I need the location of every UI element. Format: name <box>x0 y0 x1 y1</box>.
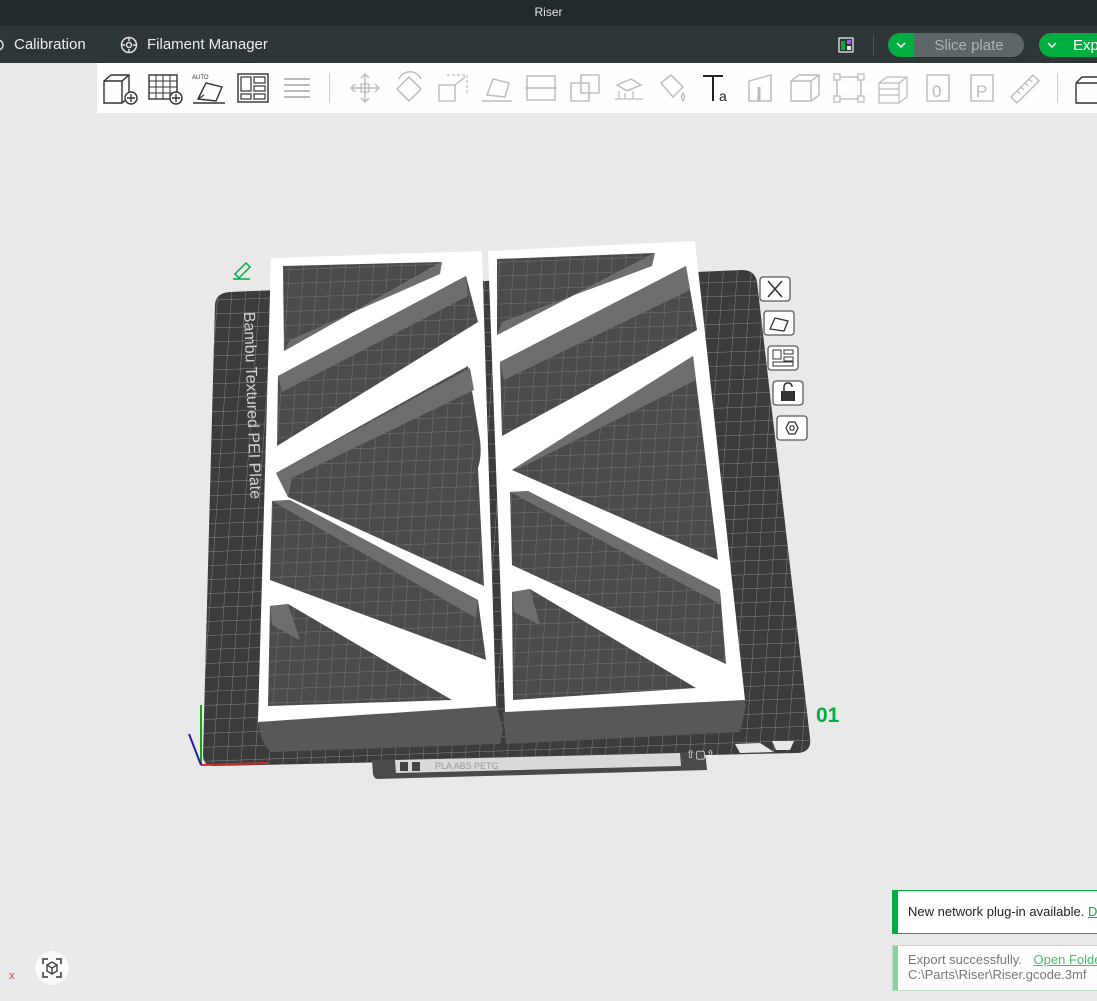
svg-text:P: P <box>976 82 987 101</box>
box-icon <box>790 74 820 102</box>
calibration-label: Calibration <box>14 36 86 53</box>
chevron-down-icon <box>1047 42 1057 48</box>
export-status-text: Export successfully. <box>908 952 1022 967</box>
menu-separator <box>873 34 874 56</box>
add-cube-icon <box>103 74 138 105</box>
ruler-tool[interactable] <box>1006 70 1044 106</box>
slice-dropdown-button[interactable] <box>888 33 914 57</box>
add-plate-grid-icon <box>148 74 183 105</box>
rotate-tool[interactable] <box>390 70 428 106</box>
export-notification[interactable]: Export successfully. Open Folde C:\Parts… <box>892 945 1097 991</box>
plate-zero-tool[interactable]: 0 <box>918 70 956 106</box>
auto-text: AUTO <box>192 75 209 81</box>
filament-manager-menu[interactable]: Filament Manager <box>119 26 268 63</box>
network-plugin-notification[interactable]: New network plug-in available. D <box>892 890 1097 934</box>
ruler-icon <box>1010 74 1040 104</box>
plate-lock-button[interactable] <box>771 379 805 407</box>
3d-viewport[interactable]: PLA ABS PETG ⇧▢⇧ Bambu Textured PEI Plat… <box>0 113 1097 1001</box>
rotate-icon <box>396 71 422 102</box>
auto-orient-button[interactable]: AUTO <box>190 70 228 106</box>
assembly-tool[interactable] <box>786 70 824 106</box>
filament-label: PLA ABS PETG <box>435 761 499 771</box>
measure-icon <box>833 73 865 103</box>
slice-plate-group: Slice plate <box>888 33 1024 57</box>
scale-icon <box>438 74 468 102</box>
svg-text:a: a <box>719 88 727 104</box>
plate-settings-button[interactable] <box>775 414 809 442</box>
toolbar-separator <box>1057 73 1058 103</box>
color-painting-tool[interactable] <box>654 70 692 106</box>
boolean-icon <box>570 74 600 102</box>
support-paint-icon <box>615 78 643 100</box>
plate-icon-a <box>400 762 408 771</box>
svg-text:0: 0 <box>932 82 941 101</box>
settings-hex-icon <box>776 415 808 441</box>
arrange-icon <box>237 73 269 103</box>
calibration-menu[interactable]: Calibration <box>0 26 86 63</box>
export-dropdown-button[interactable] <box>1039 33 1065 57</box>
auto-orient-icon <box>763 310 795 336</box>
plate-p-tool[interactable]: P <box>962 70 1000 106</box>
multi-device-icon <box>838 36 854 53</box>
cut-tool[interactable] <box>522 70 560 106</box>
add-plate-button[interactable] <box>146 70 184 106</box>
plate-arrange-button[interactable] <box>766 344 800 372</box>
notification-text: New network plug-in available. <box>908 904 1085 919</box>
variable-layer-height-tool[interactable] <box>874 70 912 106</box>
notification-link[interactable]: D <box>1088 904 1097 919</box>
add-object-button[interactable] <box>101 70 139 106</box>
unlock-icon <box>772 380 804 406</box>
calibration-icon <box>0 39 4 50</box>
export-path-text: C:\Parts\Riser\Riser.gcode.3mf <box>908 967 1087 982</box>
paint-bucket-icon <box>659 74 686 103</box>
support-painting-tool[interactable] <box>610 70 648 106</box>
p-icon: P <box>970 74 994 102</box>
arrange-button[interactable] <box>234 70 272 106</box>
filament-manager-icon <box>120 36 138 53</box>
text-icon: a <box>703 75 727 104</box>
toolbar-separator <box>329 73 330 103</box>
move-tool[interactable] <box>346 70 384 106</box>
multi-device-button[interactable] <box>838 26 854 63</box>
export-button[interactable]: Exp <box>1065 33 1097 57</box>
left-riser-model[interactable] <box>258 251 496 722</box>
split-layers-button[interactable] <box>278 70 316 106</box>
measure-tool[interactable] <box>830 70 868 106</box>
auto-orient-icon: AUTO <box>192 75 225 104</box>
plate-mini-icons: ⇧▢⇧ <box>686 748 715 761</box>
view-cube-icon <box>42 958 62 978</box>
export-group: Exp <box>1039 33 1097 57</box>
box-more-icon <box>1075 76 1097 104</box>
slice-plate-button[interactable]: Slice plate <box>914 33 1024 57</box>
scale-tool[interactable] <box>434 70 472 106</box>
main-toolbar: AUTO a 0 P <box>97 63 1097 113</box>
axis-x-label: x <box>9 970 15 982</box>
more-tool[interactable] <box>1072 70 1097 106</box>
lay-on-face-icon <box>482 78 512 102</box>
filament-manager-label: Filament Manager <box>147 36 268 53</box>
cut-icon <box>525 75 557 101</box>
remove-plate-button[interactable] <box>758 275 792 303</box>
layers-icon <box>284 78 310 98</box>
chevron-down-icon <box>896 42 906 48</box>
title-bar: Riser <box>0 0 1097 26</box>
close-icon <box>759 276 791 302</box>
zero-icon: 0 <box>926 74 950 102</box>
lay-on-face-tool[interactable] <box>478 70 516 106</box>
edit-plate-name-icon[interactable] <box>233 261 252 280</box>
plate-scene[interactable]: PLA ABS PETG ⇧▢⇧ Bambu Textured PEI Plat… <box>0 113 1097 1001</box>
layer-height-icon <box>878 76 908 104</box>
text-tool[interactable]: a <box>698 70 736 106</box>
open-folder-link[interactable]: Open Folde <box>1034 952 1097 967</box>
seam-painting-tool[interactable] <box>742 70 780 106</box>
arrange-icon <box>767 345 799 371</box>
plate-icon-b <box>412 762 420 771</box>
plate-number: 01 <box>816 704 840 727</box>
window-title: Riser <box>534 5 563 19</box>
seam-icon <box>748 74 772 102</box>
mesh-boolean-tool[interactable] <box>566 70 604 106</box>
view-orientation-button[interactable] <box>35 951 69 985</box>
move-icon <box>350 73 380 103</box>
plate-auto-orient-button[interactable] <box>762 309 796 337</box>
